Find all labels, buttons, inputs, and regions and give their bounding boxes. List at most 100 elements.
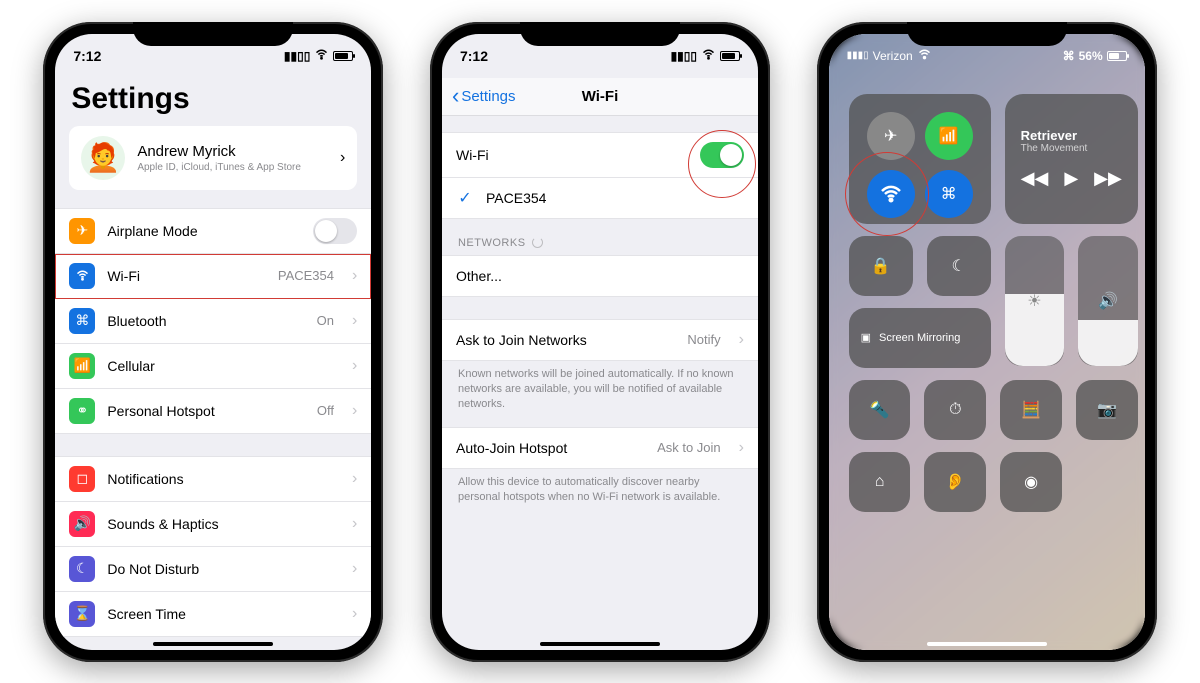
notif-icon: ◻ xyxy=(69,466,95,492)
airplane-icon: ✈ xyxy=(884,126,897,146)
nav-title: Wi-Fi xyxy=(582,88,619,105)
next-button[interactable]: ▶▶ xyxy=(1094,168,1122,189)
mirror-icon: ▣ xyxy=(861,331,871,344)
bluetooth-icon: ⌘ xyxy=(1063,49,1075,63)
row-dnd[interactable]: ☾ Do Not Disturb › xyxy=(55,547,371,592)
bluetooth-button[interactable]: ⌘ xyxy=(925,170,973,218)
ask-join-footer: Known networks will be joined automatica… xyxy=(442,361,758,413)
profile-name: Andrew Myrick xyxy=(137,143,328,160)
timer-icon: ⏱ xyxy=(949,401,961,419)
camera-icon: 📷 xyxy=(1097,400,1117,420)
prev-button[interactable]: ◀◀ xyxy=(1021,168,1049,189)
phone-wifi-settings: 7:12 ▮▮▯▯ ‹ Settings Wi-Fi Wi-Fi xyxy=(430,22,770,662)
row-label: Sounds & Haptics xyxy=(107,516,218,532)
row-label: Wi-Fi xyxy=(107,268,140,284)
chevron-icon: › xyxy=(352,402,357,420)
row-sounds[interactable]: 🔊 Sounds & Haptics › xyxy=(55,502,371,547)
row-ask-to-join[interactable]: Ask to Join Networks Notify › xyxy=(442,320,758,360)
row-value: Off xyxy=(317,403,334,418)
calculator-button[interactable]: 🧮 xyxy=(1000,380,1062,440)
home-button[interactable]: ⌂ xyxy=(849,452,911,512)
chevron-icon: › xyxy=(352,605,357,623)
row-other-network[interactable]: Other... xyxy=(442,256,758,296)
chevron-icon: › xyxy=(739,439,744,457)
wifi-icon xyxy=(917,47,932,65)
brightness-slider[interactable]: ☀ xyxy=(1005,236,1065,366)
row-auto-join-hotspot[interactable]: Auto-Join Hotspot Ask to Join › xyxy=(442,428,758,468)
timer-button[interactable]: ⏱ xyxy=(924,380,986,440)
wifi-icon xyxy=(701,47,716,65)
battery-icon xyxy=(1107,51,1127,61)
status-time: 7:12 xyxy=(460,48,488,64)
row-cellular[interactable]: 📶 Cellular › xyxy=(55,344,371,389)
profile-card[interactable]: 🧑‍🦰 Andrew Myrick Apple ID, iCloud, iTun… xyxy=(69,126,357,190)
networks-header: NETWORKS xyxy=(442,219,758,255)
home-indicator[interactable] xyxy=(540,642,660,646)
status-battery: 56% xyxy=(1079,49,1103,63)
wifi-toggle-group: Wi-Fi ✓ PACE354 xyxy=(442,132,758,219)
wifi-button[interactable] xyxy=(867,170,915,218)
screen-record-button[interactable]: ◉ xyxy=(1000,452,1062,512)
checkmark-icon: ✓ xyxy=(456,188,474,208)
page-title: Settings xyxy=(55,78,371,126)
camera-button[interactable]: 📷 xyxy=(1076,380,1138,440)
chevron-icon: › xyxy=(352,560,357,578)
hotspot-icon: ⚭ xyxy=(69,398,95,424)
volume-slider[interactable]: 🔊 xyxy=(1078,236,1138,366)
row-label: Cellular xyxy=(107,358,154,374)
wifi-icon xyxy=(69,263,95,289)
small-controls-left: 🔒 ☾ ▣ Screen Mirroring xyxy=(849,236,991,368)
connectivity-tile[interactable]: ✈ 📶 ⌘ xyxy=(849,94,991,224)
settings-group-notifications: ◻ Notifications › 🔊 Sounds & Haptics › ☾… xyxy=(55,456,371,637)
chevron-icon: › xyxy=(352,357,357,375)
play-button[interactable]: ▶ xyxy=(1064,168,1078,189)
nav-bar: ‹ Settings Wi-Fi xyxy=(442,78,758,116)
home-indicator[interactable] xyxy=(927,642,1047,646)
screen-mirroring-button[interactable]: ▣ Screen Mirroring xyxy=(849,308,991,368)
sounds-icon: 🔊 xyxy=(69,511,95,537)
row-connected-network[interactable]: ✓ PACE354 xyxy=(442,178,758,218)
flashlight-button[interactable]: 🔦 xyxy=(849,380,911,440)
autojoin-footer: Allow this device to automatically disco… xyxy=(442,469,758,506)
row-value: PACE354 xyxy=(278,268,334,283)
profile-sub: Apple ID, iCloud, iTunes & App Store xyxy=(137,162,328,173)
row-notifications[interactable]: ◻ Notifications › xyxy=(55,457,371,502)
back-button[interactable]: ‹ Settings xyxy=(452,88,516,105)
dnd-button[interactable]: ☾ xyxy=(927,236,991,296)
row-label: Wi-Fi xyxy=(456,147,489,163)
battery-icon xyxy=(333,51,353,61)
home-indicator[interactable] xyxy=(153,642,273,646)
cellular-button[interactable]: 📶 xyxy=(925,112,973,160)
record-icon: ◉ xyxy=(1024,472,1038,492)
chevron-icon: › xyxy=(739,331,744,349)
airplane-toggle[interactable] xyxy=(313,218,357,244)
airplane-icon: ✈ xyxy=(69,218,95,244)
row-bluetooth[interactable]: ⌘ Bluetooth On › xyxy=(55,299,371,344)
calculator-icon: 🧮 xyxy=(1021,400,1041,420)
row-wifi[interactable]: Wi-Fi PACE354 › xyxy=(55,254,371,299)
airplane-button[interactable]: ✈ xyxy=(867,112,915,160)
wifi-toggle[interactable] xyxy=(700,142,744,168)
hearing-button[interactable]: 👂 xyxy=(924,452,986,512)
hourglass-icon: ⌛ xyxy=(69,601,95,627)
sliders-right: ☀ 🔊 xyxy=(1005,236,1138,368)
bluetooth-icon: ⌘ xyxy=(69,308,95,334)
screen-mirror-label: Screen Mirroring xyxy=(879,332,960,344)
row-airplane-mode[interactable]: ✈ Airplane Mode xyxy=(55,209,371,254)
wifi-icon xyxy=(314,47,329,65)
row-value: Ask to Join xyxy=(657,440,721,455)
row-personal-hotspot[interactable]: ⚭ Personal Hotspot Off › xyxy=(55,389,371,433)
row-value: Notify xyxy=(687,332,720,347)
row-wifi-toggle[interactable]: Wi-Fi xyxy=(442,133,758,178)
orientation-lock-button[interactable]: 🔒 xyxy=(849,236,913,296)
sun-icon: ☀ xyxy=(1027,291,1041,311)
bluetooth-icon: ⌘ xyxy=(941,184,957,204)
now-playing-title: Retriever xyxy=(1021,128,1077,143)
chevron-icon: › xyxy=(352,267,357,285)
antenna-icon: 📶 xyxy=(939,126,959,146)
row-screen-time[interactable]: ⌛ Screen Time › xyxy=(55,592,371,636)
lock-icon: 🔒 xyxy=(871,256,891,276)
now-playing-tile[interactable]: Retriever The Movement ◀◀ ▶ ▶▶ xyxy=(1005,94,1138,224)
row-label: Bluetooth xyxy=(107,313,166,329)
row-label: Personal Hotspot xyxy=(107,403,214,419)
